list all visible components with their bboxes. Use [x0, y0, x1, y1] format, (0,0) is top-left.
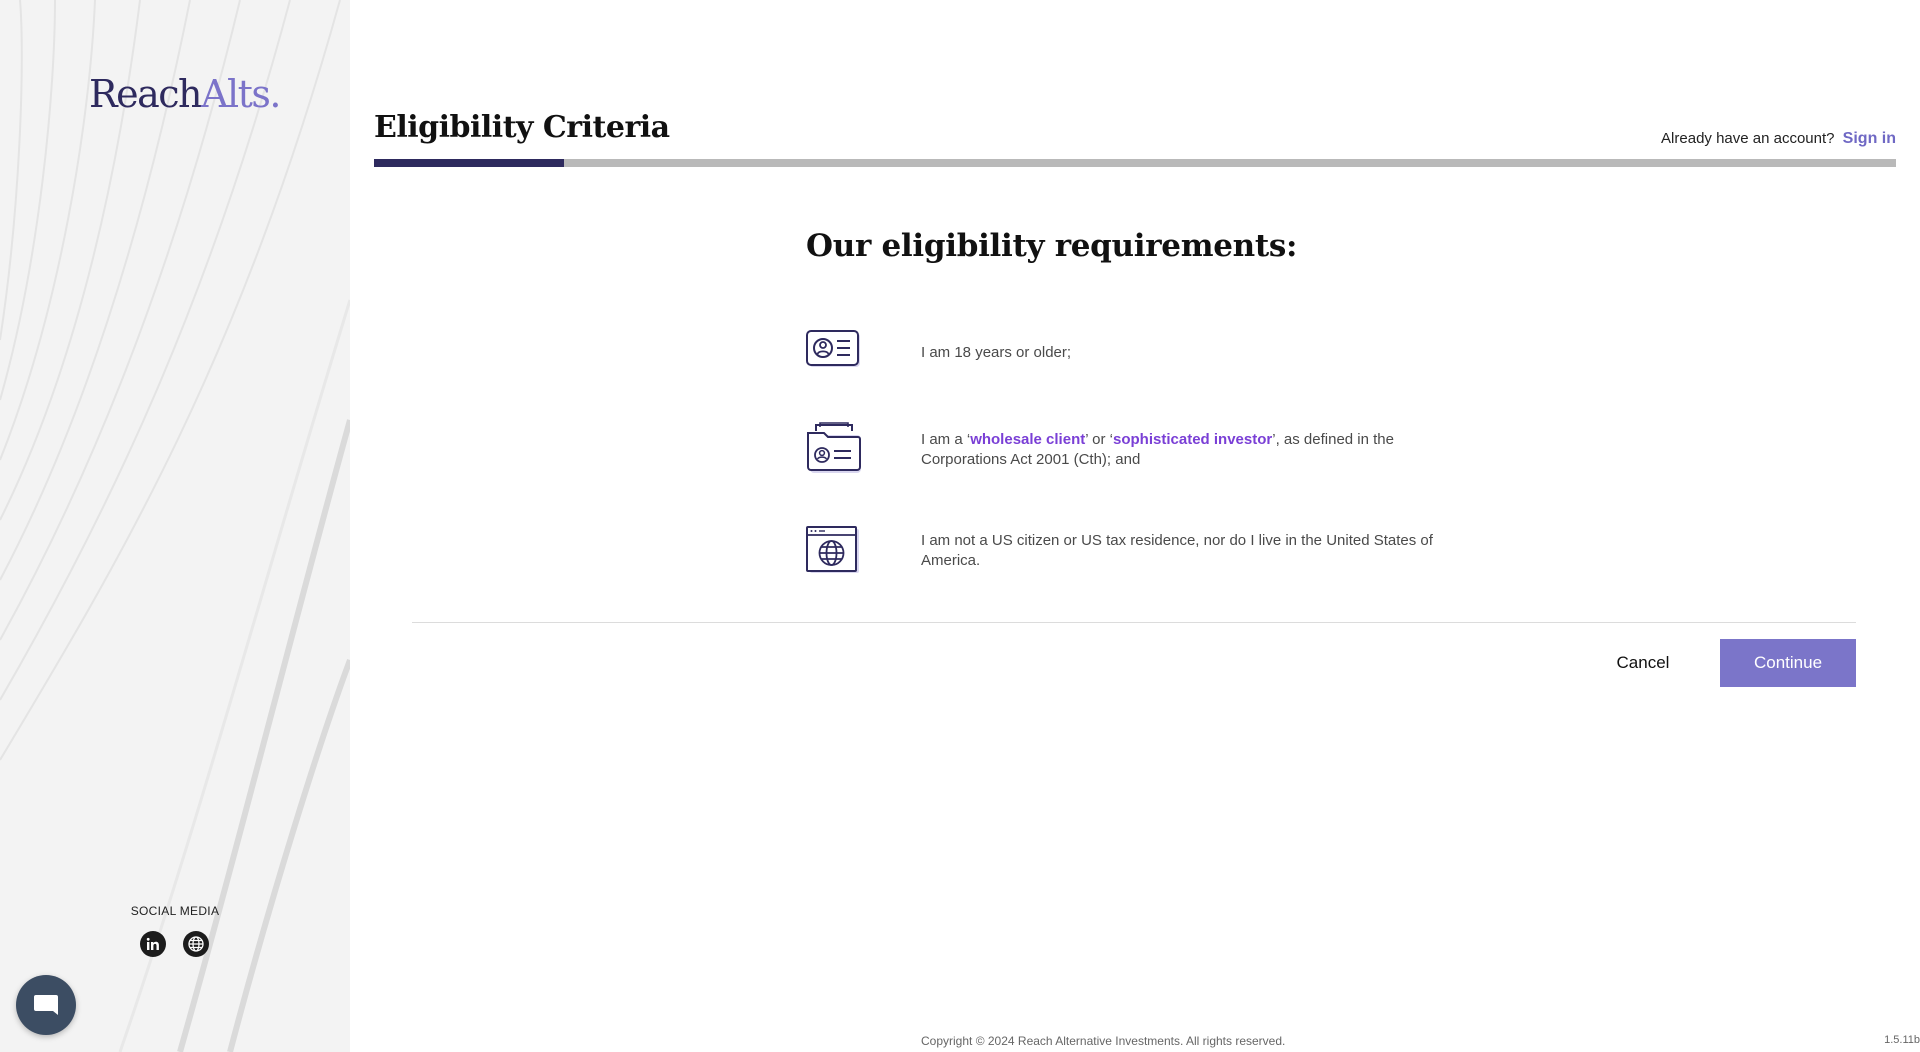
requirement-text-part: I am a ‘ [921, 431, 971, 448]
copyright-text: Copyright © 2024 Reach Alternative Inves… [921, 1034, 1286, 1048]
wholesale-client-term[interactable]: wholesale client [970, 431, 1085, 448]
globe-icon[interactable] [183, 931, 209, 957]
continue-button[interactable]: Continue [1720, 639, 1856, 687]
chat-glyph [34, 995, 58, 1015]
progress-bar-fill [374, 159, 565, 167]
sign-in-link[interactable]: Sign in [1843, 130, 1896, 147]
version-label: 1.5.11b [1884, 1034, 1920, 1046]
browser-globe-icon [806, 525, 862, 581]
account-prompt-text: Already have an account? [1661, 130, 1835, 147]
requirement-item: I am a ‘wholesale client’ or ‘sophistica… [806, 421, 1446, 481]
sophisticated-investor-term[interactable]: sophisticated investor [1113, 431, 1272, 448]
brand-logo[interactable]: ReachAlts. [89, 72, 281, 116]
actions-divider [412, 622, 1856, 623]
requirement-text: I am a ‘wholesale client’ or ‘sophistica… [921, 430, 1451, 470]
requirement-item: I am 18 years or older; [806, 329, 1446, 389]
linkedin-glyph [146, 937, 159, 950]
id-card-icon [806, 329, 862, 385]
account-prompt: Already have an account? Sign in [1661, 130, 1896, 148]
id-card-glyph [806, 330, 860, 367]
folder-id-glyph [807, 422, 861, 473]
browser-globe-glyph [806, 526, 859, 573]
requirement-text: I am 18 years or older; [921, 344, 1072, 361]
social-media-links [140, 931, 209, 957]
globe-glyph [188, 936, 204, 952]
requirement-item: I am not a US citizen or US tax residenc… [806, 525, 1446, 585]
folder-id-icon [806, 421, 862, 477]
cancel-button[interactable]: Cancel [1590, 639, 1696, 687]
sidebar-background-pattern [0, 0, 350, 1052]
logo-text-alts: Alts. [201, 72, 281, 116]
logo-text-reach: Reach [89, 72, 203, 116]
chat-icon[interactable] [16, 975, 76, 1035]
section-heading: Our eligibility requirements: [806, 228, 1298, 264]
requirement-text: I am not a US citizen or US tax residenc… [921, 532, 1433, 569]
linkedin-icon[interactable] [140, 931, 166, 957]
sidebar: ReachAlts. SOCIAL MEDIA [0, 0, 350, 1052]
social-media-label: SOCIAL MEDIA [130, 904, 220, 918]
requirement-text-part: ’ or ‘ [1085, 431, 1114, 448]
page-title: Eligibility Criteria [374, 110, 670, 145]
progress-bar [374, 159, 1896, 167]
